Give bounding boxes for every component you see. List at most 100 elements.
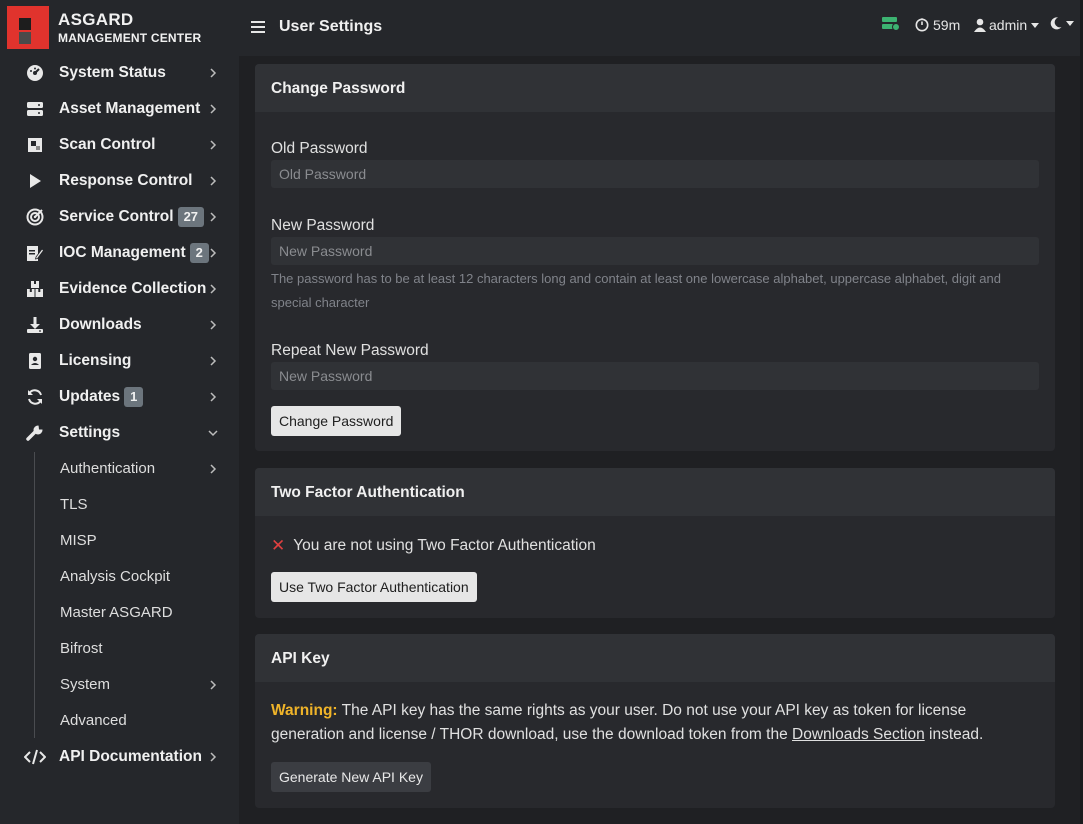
- two-factor-status: ✕ You are not using Two Factor Authentic…: [271, 536, 596, 556]
- api-key-card: API Key Warning: The API key has the sam…: [255, 634, 1055, 808]
- subitem-label: TLS: [60, 496, 88, 513]
- subitem-label: MISP: [60, 532, 97, 549]
- two-factor-status-text: You are not using Two Factor Authenticat…: [293, 537, 596, 554]
- chevron-right-icon: [207, 211, 219, 223]
- caret-down-icon: [1066, 21, 1074, 26]
- old-password-input[interactable]: [271, 160, 1039, 188]
- sidebar-item-system-status[interactable]: System Status: [0, 55, 239, 91]
- page-title: User Settings: [279, 18, 383, 35]
- timer-icon: [915, 18, 929, 32]
- chevron-right-icon: [207, 751, 219, 763]
- sidebar-item-service-control[interactable]: Service Control 27: [0, 199, 239, 235]
- sidebar-item-label: Scan Control: [59, 136, 156, 153]
- app-root: ASGARD MANAGEMENT CENTER System Status A…: [0, 0, 1083, 824]
- sidebar-item-response-control[interactable]: Response Control: [0, 163, 239, 199]
- sidebar-item-label: Response Control: [59, 172, 193, 189]
- boxes-icon: [24, 278, 46, 300]
- api-key-warning: Warning: The API key has the same rights…: [271, 699, 1041, 747]
- old-password-label: Old Password: [271, 140, 368, 157]
- sidebar-item-downloads[interactable]: Downloads: [0, 307, 239, 343]
- sidebar-item-label: Updates 1: [59, 387, 144, 407]
- main-content: Change Password Old Password New Passwor…: [239, 56, 1083, 824]
- chevron-right-icon: [207, 139, 219, 151]
- count-badge: 27: [177, 207, 205, 227]
- sidebar-item-label: Service Control 27: [59, 207, 205, 227]
- sidebar-item-text: Service Control: [59, 208, 174, 225]
- sidebar-item-text: IOC Management: [59, 244, 186, 261]
- sidebar-item-licensing[interactable]: Licensing: [0, 343, 239, 379]
- user-menu[interactable]: admin: [974, 17, 1040, 33]
- chevron-right-icon: [207, 391, 219, 403]
- menu-toggle-icon[interactable]: [251, 20, 265, 34]
- chevron-right-icon: [207, 67, 219, 79]
- repeat-password-input[interactable]: [271, 362, 1039, 390]
- sidebar-item-label: Evidence Collection: [59, 280, 207, 297]
- chevron-right-icon: [207, 103, 219, 115]
- chevron-right-icon: [207, 355, 219, 367]
- sidebar-item-ioc-management[interactable]: IOC Management 2: [0, 235, 239, 271]
- user-icon: [974, 18, 986, 32]
- chevron-right-icon: [207, 283, 219, 295]
- theme-toggle[interactable]: [1050, 17, 1074, 30]
- brand-subtitle: MANAGEMENT CENTER: [58, 31, 202, 45]
- edit-document-icon: [24, 242, 46, 264]
- sidebar-item-updates[interactable]: Updates 1: [0, 379, 239, 415]
- sidebar-subitem-bifrost[interactable]: Bifrost: [0, 631, 239, 667]
- sidebar-item-label: System Status: [59, 64, 166, 81]
- chevron-right-icon: [207, 319, 219, 331]
- change-password-button[interactable]: Change Password: [271, 406, 402, 436]
- downloads-section-link[interactable]: Downloads Section: [792, 726, 925, 743]
- sidebar-subitem-advanced[interactable]: Advanced: [0, 703, 239, 739]
- new-password-input[interactable]: [271, 237, 1039, 265]
- brand[interactable]: ASGARD MANAGEMENT CENTER: [0, 0, 239, 56]
- sidebar-item-api-documentation[interactable]: API Documentation: [0, 739, 239, 775]
- sidebar-subitem-authentication[interactable]: Authentication: [0, 451, 239, 487]
- subitem-label: Bifrost: [60, 640, 103, 657]
- subitem-label: Advanced: [60, 712, 127, 729]
- moon-icon: [1050, 17, 1062, 30]
- password-help-text: The password has to be at least 12 chara…: [271, 271, 1001, 310]
- count-badge: 2: [189, 243, 209, 263]
- close-x-icon: ✕: [271, 536, 286, 555]
- sidebar-item-text: Updates: [59, 388, 121, 405]
- sidebar-subitem-master-asgard[interactable]: Master ASGARD: [0, 595, 239, 631]
- generate-api-key-button[interactable]: Generate New API Key: [271, 762, 431, 792]
- sidebar-item-evidence-collection[interactable]: Evidence Collection: [0, 271, 239, 307]
- subitem-label: Master ASGARD: [60, 604, 173, 621]
- card-title: Change Password: [255, 64, 1055, 112]
- sidebar-subitem-analysis-cockpit[interactable]: Analysis Cockpit: [0, 559, 239, 595]
- subitem-label: Authentication: [60, 460, 156, 477]
- card-title: Two Factor Authentication: [255, 468, 1055, 516]
- subitem-label: System: [60, 676, 111, 693]
- warning-suffix: instead.: [929, 726, 984, 743]
- sidebar-item-label: Asset Management: [59, 100, 201, 117]
- sidebar-subitem-misp[interactable]: MISP: [0, 523, 239, 559]
- sidebar-item-label: Settings: [59, 424, 121, 441]
- card-title: API Key: [255, 634, 1055, 682]
- session-timer[interactable]: 59m: [915, 17, 960, 33]
- new-password-label: New Password: [271, 217, 375, 234]
- scan-square-icon: [24, 134, 46, 156]
- user-name: admin: [989, 17, 1028, 33]
- download-icon: [24, 314, 46, 336]
- sidebar-item-label: Downloads: [59, 316, 142, 333]
- wrench-icon: [24, 422, 46, 444]
- code-icon: [24, 746, 46, 768]
- sidebar-item-scan-control[interactable]: Scan Control: [0, 127, 239, 163]
- warning-label: Warning:: [271, 702, 338, 719]
- topbar: User Settings 59m admin: [239, 0, 1083, 56]
- sidebar-subitem-system[interactable]: System: [0, 667, 239, 703]
- play-icon: [24, 170, 46, 192]
- use-two-factor-button[interactable]: Use Two Factor Authentication: [271, 572, 477, 602]
- target-icon: [24, 206, 46, 228]
- sidebar-item-settings[interactable]: Settings: [0, 415, 239, 451]
- two-factor-card: Two Factor Authentication ✕ You are not …: [255, 468, 1055, 618]
- change-password-card: Change Password Old Password New Passwor…: [255, 64, 1055, 451]
- server-status-icon[interactable]: [882, 17, 900, 31]
- sidebar-item-label: API Documentation: [59, 748, 202, 765]
- sidebar-subitem-tls[interactable]: TLS: [0, 487, 239, 523]
- sidebar-item-asset-management[interactable]: Asset Management: [0, 91, 239, 127]
- chevron-right-icon: [207, 175, 219, 187]
- brand-title: ASGARD: [58, 10, 134, 29]
- sync-icon: [24, 386, 46, 408]
